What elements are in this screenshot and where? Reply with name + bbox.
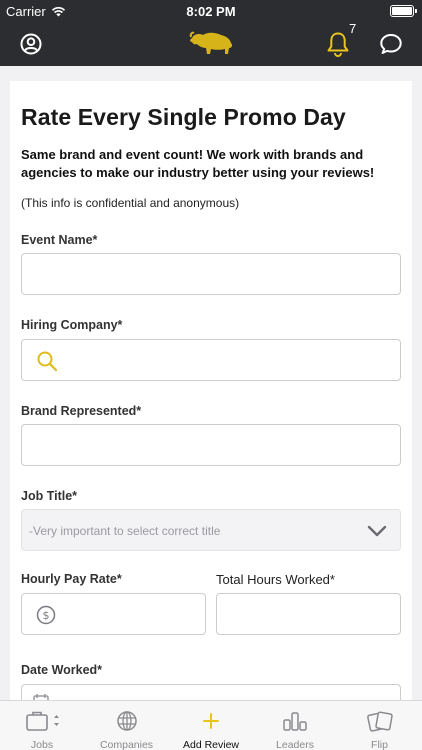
page-subtitle: Same brand and event count! We work with… [21, 147, 375, 180]
tab-leaders-label: Leaders [276, 739, 314, 750]
cards-icon [366, 711, 393, 732]
tab-add-review-label: Add Review [182, 739, 240, 750]
status-bar: Carrier 8:02 PM [0, 0, 422, 22]
job-title-placeholder: -Very important to select correct title [29, 524, 221, 538]
tab-companies[interactable]: Companies [84, 701, 169, 750]
total-hours-worked-label: Total Hours Worked* [216, 572, 335, 587]
tab-leaders[interactable]: Leaders [253, 701, 337, 750]
event-name-label: Event Name* [21, 233, 98, 247]
page-title: Rate Every Single Promo Day [21, 104, 346, 130]
search-icon [37, 351, 58, 372]
plus-icon [203, 713, 219, 729]
job-title-select[interactable]: -Very important to select correct title [21, 509, 401, 551]
buffalo-logo-icon [189, 31, 233, 54]
bell-icon [327, 32, 349, 57]
chevron-down-icon [367, 525, 387, 537]
date-worked-label: Date Worked* [21, 663, 103, 677]
brand-represented-input[interactable] [21, 424, 401, 466]
tab-jobs[interactable]: Jobs [0, 701, 84, 750]
date-worked-input[interactable] [21, 684, 401, 700]
job-title-label: Job Title* [21, 489, 78, 503]
tab-add-review[interactable]: Add Review [169, 701, 253, 750]
bottom-tab-bar: Jobs Companies Add Review Leaders Flip [0, 700, 422, 750]
total-hours-worked-input[interactable] [216, 593, 401, 635]
status-time: 8:02 PM [186, 4, 236, 19]
svg-text:$: $ [43, 609, 50, 622]
dollar-icon: $ [36, 605, 56, 625]
brand-represented-label: Brand Represented* [21, 404, 142, 418]
tab-flip[interactable]: Flip [337, 701, 422, 750]
hiring-company-search-input[interactable] [21, 339, 401, 381]
globe-icon [116, 711, 137, 731]
tab-flip-label: Flip [371, 739, 388, 750]
confidential-note: (This info is confidential and anonymous… [21, 196, 240, 210]
profile-button[interactable] [14, 22, 48, 66]
tab-jobs-label: Jobs [30, 739, 54, 750]
briefcase-icon [26, 711, 59, 731]
top-nav-bar: 7 [0, 21, 422, 66]
chat-icon [380, 34, 402, 54]
hourly-pay-rate-input[interactable]: $ [21, 593, 206, 635]
home-logo[interactable] [186, 22, 236, 66]
chat-button[interactable] [376, 22, 406, 66]
hourly-pay-rate-label: Hourly Pay Rate* [21, 572, 122, 586]
leaders-icon [283, 712, 307, 731]
event-name-input[interactable] [21, 253, 401, 295]
notification-count-badge: 7 [349, 21, 357, 36]
profile-icon [20, 33, 42, 55]
calendar-icon [33, 694, 49, 700]
battery-icon [390, 5, 417, 17]
tab-companies-label: Companies [99, 739, 154, 750]
hiring-company-label: Hiring Company* [21, 318, 123, 332]
